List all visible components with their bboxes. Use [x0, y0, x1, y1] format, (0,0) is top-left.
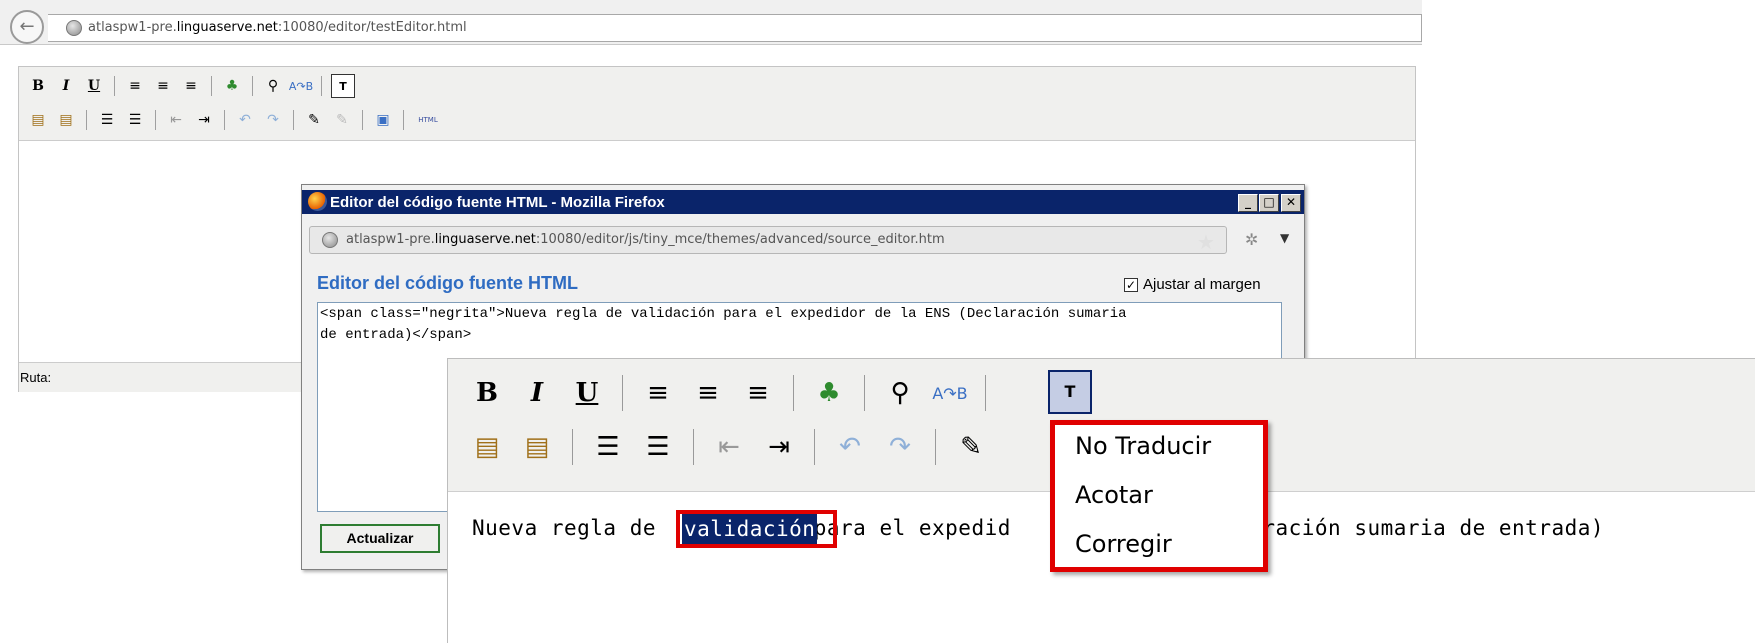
toolbar-separator: [793, 375, 794, 411]
italic-button[interactable]: I: [55, 75, 77, 97]
editor-toolbar: B I U ≡ ≡ ≡ ♣ ⚲ A↷B T ▤ ▤ ☰ ☰ ⇤ ⇥ ↶ ↷ ✎ …: [19, 67, 1415, 141]
outdent-icon[interactable]: ⇤: [710, 428, 748, 466]
paste-word-icon[interactable]: ▤: [518, 428, 556, 466]
bold-button[interactable]: B: [27, 75, 49, 97]
toolbar-separator: [864, 375, 865, 411]
align-right-button[interactable]: ≡: [739, 374, 777, 412]
back-button[interactable]: ←: [10, 10, 44, 44]
selection-highlight-box: [676, 510, 837, 548]
toolbar-separator: [293, 110, 294, 130]
undo-icon[interactable]: ↶: [831, 428, 869, 466]
menu-item-no-traducir[interactable]: No Traducir: [1075, 432, 1211, 460]
redo-icon[interactable]: ↷: [262, 109, 284, 131]
toolbar-separator: [985, 375, 986, 411]
replace-icon[interactable]: A↷B: [931, 374, 969, 412]
t-button[interactable]: T: [331, 74, 355, 98]
find-icon[interactable]: ⚲: [881, 374, 919, 412]
find-icon[interactable]: ⚲: [262, 75, 284, 97]
image-icon[interactable]: ♣: [221, 75, 243, 97]
globe-icon: [66, 20, 82, 36]
source-code-text: <span class="negrita">Nueva regla de val…: [320, 306, 1127, 343]
firefox-icon: [308, 192, 327, 211]
popup-window-title: Editor del código fuente HTML - Mozilla …: [330, 194, 665, 211]
edit-icon[interactable]: ✎: [303, 109, 325, 131]
toolbar-separator: [403, 110, 404, 130]
undo-icon[interactable]: ↶: [234, 109, 256, 131]
wrap-label: Ajustar al margen: [1143, 276, 1261, 293]
html-source-button[interactable]: HTML: [413, 109, 443, 131]
wrap-checkbox[interactable]: ✓: [1124, 278, 1138, 292]
toolbar-separator: [693, 429, 694, 465]
toolbar-separator: [622, 375, 623, 411]
toolbar-separator: [321, 76, 322, 96]
url-text: atlaspw1-pre.linguaserve.net:10080/edito…: [88, 20, 467, 35]
paste-text-icon[interactable]: ▤: [27, 109, 49, 131]
indent-icon[interactable]: ⇥: [193, 109, 215, 131]
path-label: Ruta:: [20, 370, 52, 385]
toolbar-separator: [362, 110, 363, 130]
toolbar-separator: [252, 76, 253, 96]
maximize-button[interactable]: □: [1259, 194, 1279, 212]
image-icon[interactable]: ♣: [810, 374, 848, 412]
align-right-button[interactable]: ≡: [180, 75, 202, 97]
menu-item-corregir[interactable]: Corregir: [1075, 530, 1172, 558]
extension-icon[interactable]: ✲: [1245, 230, 1258, 249]
align-left-button[interactable]: ≡: [124, 75, 146, 97]
bold-button[interactable]: B: [468, 374, 506, 412]
bookmark-star-icon[interactable]: ★: [1197, 230, 1215, 254]
t-button-active[interactable]: T: [1048, 370, 1092, 414]
indent-icon[interactable]: ⇥: [760, 428, 798, 466]
toolbar-separator: [935, 429, 936, 465]
minimize-button[interactable]: _: [1238, 194, 1258, 212]
zoomed-content-text: Nueva regla de validación para el expedi…: [472, 516, 1605, 540]
bullet-list-icon[interactable]: ☰: [96, 109, 118, 131]
toolbar-separator: [155, 110, 156, 130]
chevron-down-icon[interactable]: ▼: [1280, 231, 1289, 245]
align-left-button[interactable]: ≡: [639, 374, 677, 412]
toolbar-separator: [572, 429, 573, 465]
fullscreen-icon[interactable]: ▣: [372, 109, 394, 131]
numbered-list-icon[interactable]: ☰: [639, 428, 677, 466]
toolbar-separator: [114, 76, 115, 96]
underline-button[interactable]: U: [83, 75, 105, 97]
back-arrow-icon: ←: [19, 16, 35, 37]
replace-icon[interactable]: A↷B: [289, 75, 313, 97]
underline-button[interactable]: U: [568, 374, 606, 412]
redo-icon[interactable]: ↷: [881, 428, 919, 466]
edit-icon[interactable]: ✎: [952, 428, 990, 466]
update-button[interactable]: Actualizar: [320, 524, 440, 553]
popup-heading: Editor del código fuente HTML: [317, 273, 578, 293]
bullet-list-icon[interactable]: ☰: [589, 428, 627, 466]
toolbar-separator: [86, 110, 87, 130]
toolbar-separator: [224, 110, 225, 130]
toolbar-separator: [211, 76, 212, 96]
italic-button[interactable]: I: [518, 374, 556, 412]
paste-word-icon[interactable]: ▤: [55, 109, 77, 131]
align-center-button[interactable]: ≡: [152, 75, 174, 97]
paste-text-icon[interactable]: ▤: [468, 428, 506, 466]
remove-format-icon[interactable]: ✎: [331, 109, 353, 131]
menu-item-acotar[interactable]: Acotar: [1075, 481, 1153, 509]
toolbar-separator: [814, 429, 815, 465]
align-center-button[interactable]: ≡: [689, 374, 727, 412]
close-button[interactable]: ✕: [1281, 194, 1301, 212]
numbered-list-icon[interactable]: ☰: [124, 109, 146, 131]
popup-url-text: atlaspw1-pre.linguaserve.net:10080/edito…: [346, 232, 945, 247]
outdent-icon[interactable]: ⇤: [165, 109, 187, 131]
globe-icon: [322, 232, 338, 248]
